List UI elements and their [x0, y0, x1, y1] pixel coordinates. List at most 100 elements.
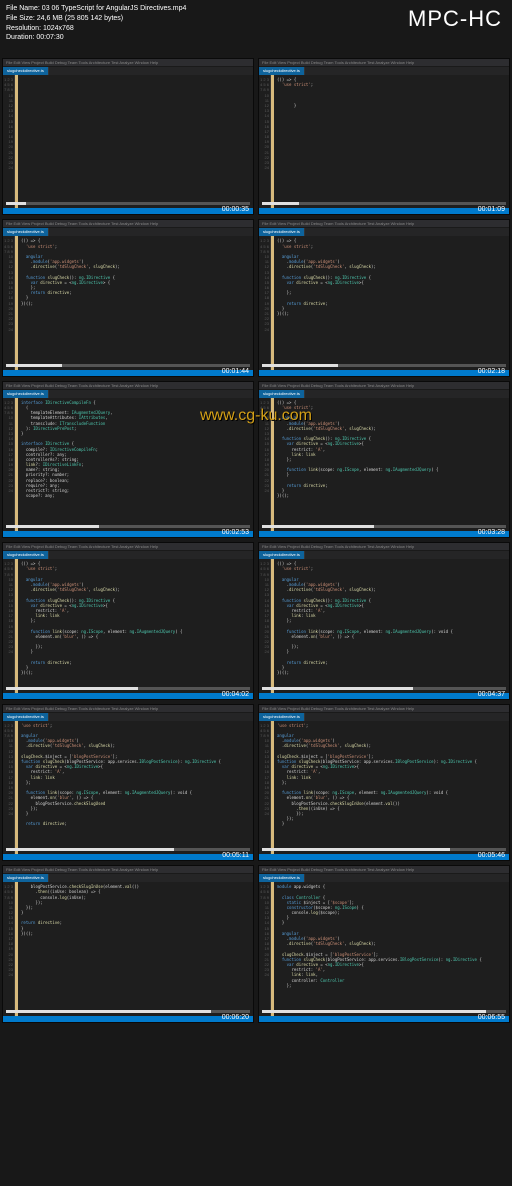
vs-status-bar [259, 370, 509, 376]
code-editor[interactable]: 1 2 3 4 5 6 7 8 9 10 11 12 13 14 15 16 1… [259, 236, 509, 369]
active-tab[interactable]: slugcheckdirective.ts [3, 551, 49, 559]
active-tab[interactable]: slugcheckdirective.ts [3, 874, 49, 882]
active-tab[interactable]: slugcheckdirective.ts [259, 713, 305, 721]
line-numbers: 1 2 3 4 5 6 7 8 9 10 11 12 13 14 15 16 1… [3, 882, 15, 1015]
vs-status-bar [3, 531, 253, 537]
code-content: (() => { 'use strict'; } [274, 75, 509, 208]
thumbnail[interactable]: File Edit View Project Build Debug Team … [2, 381, 254, 538]
code-content: (() => { 'use strict'; angular .module('… [274, 398, 509, 531]
vs-status-bar [259, 854, 509, 860]
timestamp: 00:06:20 [222, 1014, 249, 1021]
duration: 00:07:30 [36, 34, 63, 41]
code-editor[interactable]: 1 2 3 4 5 6 7 8 9 10 11 12 13 14 15 16 1… [259, 559, 509, 692]
thumbnail[interactable]: File Edit View Project Build Debug Team … [2, 58, 254, 215]
seek-bar[interactable] [6, 687, 250, 690]
editor-tabs: slugcheckdirective.ts [259, 228, 509, 236]
seek-bar[interactable] [6, 1010, 250, 1013]
editor-tabs: slugcheckdirective.ts [3, 713, 253, 721]
active-tab[interactable]: slugcheckdirective.ts [3, 713, 49, 721]
seek-bar[interactable] [6, 525, 250, 528]
seek-bar[interactable] [262, 364, 506, 367]
code-content: 'use strict'; angular .module('app.widge… [274, 721, 509, 854]
thumbnail[interactable]: File Edit View Project Build Debug Team … [2, 542, 254, 699]
thumbnail[interactable]: File Edit View Project Build Debug Team … [258, 58, 510, 215]
timestamp: 00:06:55 [478, 1014, 505, 1021]
code-editor[interactable]: 1 2 3 4 5 6 7 8 9 10 11 12 13 14 15 16 1… [3, 882, 253, 1015]
seek-bar[interactable] [262, 687, 506, 690]
editor-tabs: slugcheckdirective.ts [259, 713, 509, 721]
vs-menu-bar: File Edit View Project Build Debug Team … [3, 220, 253, 228]
thumbnail[interactable]: File Edit View Project Build Debug Team … [2, 219, 254, 376]
active-tab[interactable]: slugcheckdirective.ts [259, 390, 305, 398]
vs-status-bar [259, 208, 509, 214]
line-numbers: 1 2 3 4 5 6 7 8 9 10 11 12 13 14 15 16 1… [3, 721, 15, 854]
vs-status-bar [259, 531, 509, 537]
code-content: (() => { 'use strict'; angular .module('… [274, 236, 509, 369]
seek-bar[interactable] [262, 1010, 506, 1013]
code-editor[interactable]: 1 2 3 4 5 6 7 8 9 10 11 12 13 14 15 16 1… [259, 882, 509, 1015]
active-tab[interactable]: slugcheckdirective.ts [3, 228, 49, 236]
vs-menu-bar: File Edit View Project Build Debug Team … [3, 59, 253, 67]
vs-menu-bar: File Edit View Project Build Debug Team … [3, 382, 253, 390]
editor-tabs: slugcheckdirective.ts [3, 67, 253, 75]
thumbnail[interactable]: File Edit View Project Build Debug Team … [2, 704, 254, 861]
code-content: (() => { 'use strict'; angular .module('… [274, 559, 509, 692]
code-editor[interactable]: 1 2 3 4 5 6 7 8 9 10 11 12 13 14 15 16 1… [3, 721, 253, 854]
active-tab[interactable]: slugcheckdirective.ts [259, 874, 305, 882]
active-tab[interactable]: slugcheckdirective.ts [259, 228, 305, 236]
timestamp: 00:02:53 [222, 529, 249, 536]
seek-bar[interactable] [262, 848, 506, 851]
active-tab[interactable]: slugcheckdirective.ts [259, 551, 305, 559]
vs-menu-bar: File Edit View Project Build Debug Team … [259, 866, 509, 874]
editor-tabs: slugcheckdirective.ts [3, 874, 253, 882]
code-editor[interactable]: 1 2 3 4 5 6 7 8 9 10 11 12 13 14 15 16 1… [259, 398, 509, 531]
vs-status-bar [3, 1016, 253, 1022]
vs-status-bar [259, 1016, 509, 1022]
active-tab[interactable]: slugcheckdirective.ts [259, 67, 305, 75]
line-numbers: 1 2 3 4 5 6 7 8 9 10 11 12 13 14 15 16 1… [3, 236, 15, 369]
vs-menu-bar: File Edit View Project Build Debug Team … [259, 705, 509, 713]
thumbnail[interactable]: File Edit View Project Build Debug Team … [258, 542, 510, 699]
seek-bar[interactable] [6, 848, 250, 851]
seek-bar[interactable] [6, 202, 250, 205]
filename: 03 06 TypeScript for AngularJS Directive… [42, 5, 187, 12]
code-editor[interactable]: 1 2 3 4 5 6 7 8 9 10 11 12 13 14 15 16 1… [3, 398, 253, 531]
vs-menu-bar: File Edit View Project Build Debug Team … [259, 543, 509, 551]
thumbnail[interactable]: File Edit View Project Build Debug Team … [258, 704, 510, 861]
editor-tabs: slugcheckdirective.ts [259, 874, 509, 882]
code-editor[interactable]: 1 2 3 4 5 6 7 8 9 10 11 12 13 14 15 16 1… [3, 236, 253, 369]
editor-tabs: slugcheckdirective.ts [3, 551, 253, 559]
line-numbers: 1 2 3 4 5 6 7 8 9 10 11 12 13 14 15 16 1… [3, 398, 15, 531]
timestamp: 00:00:35 [222, 206, 249, 213]
line-numbers: 1 2 3 4 5 6 7 8 9 10 11 12 13 14 15 16 1… [3, 75, 15, 208]
thumbnail[interactable]: File Edit View Project Build Debug Team … [258, 865, 510, 1022]
thumbnail[interactable]: File Edit View Project Build Debug Team … [258, 219, 510, 376]
code-content [18, 75, 253, 208]
line-numbers: 1 2 3 4 5 6 7 8 9 10 11 12 13 14 15 16 1… [259, 75, 271, 208]
thumbnail[interactable]: File Edit View Project Build Debug Team … [258, 381, 510, 538]
vs-menu-bar: File Edit View Project Build Debug Team … [3, 866, 253, 874]
code-content: interface IDirectiveCompileFn { ( templa… [18, 398, 253, 531]
code-editor[interactable]: 1 2 3 4 5 6 7 8 9 10 11 12 13 14 15 16 1… [259, 721, 509, 854]
vs-status-bar [3, 693, 253, 699]
seek-bar[interactable] [262, 525, 506, 528]
file-info-header: File Name: 03 06 TypeScript for AngularJ… [0, 0, 512, 56]
thumbnail[interactable]: File Edit View Project Build Debug Team … [2, 865, 254, 1022]
seek-bar[interactable] [6, 364, 250, 367]
filesize: 24,6 MB (25 805 142 bytes) [37, 15, 123, 22]
active-tab[interactable]: slugcheckdirective.ts [3, 67, 49, 75]
editor-tabs: slugcheckdirective.ts [259, 390, 509, 398]
code-editor[interactable]: 1 2 3 4 5 6 7 8 9 10 11 12 13 14 15 16 1… [3, 75, 253, 208]
seek-bar[interactable] [262, 202, 506, 205]
code-editor[interactable]: 1 2 3 4 5 6 7 8 9 10 11 12 13 14 15 16 1… [3, 559, 253, 692]
app-logo: MPC-HC [408, 6, 502, 52]
vs-menu-bar: File Edit View Project Build Debug Team … [3, 543, 253, 551]
active-tab[interactable]: slugcheckdirective.ts [3, 390, 49, 398]
vs-menu-bar: File Edit View Project Build Debug Team … [3, 705, 253, 713]
code-editor[interactable]: 1 2 3 4 5 6 7 8 9 10 11 12 13 14 15 16 1… [259, 75, 509, 208]
editor-tabs: slugcheckdirective.ts [259, 551, 509, 559]
vs-status-bar [3, 854, 253, 860]
code-content: module app.widgets { class Controller { … [274, 882, 509, 1015]
editor-tabs: slugcheckdirective.ts [259, 67, 509, 75]
line-numbers: 1 2 3 4 5 6 7 8 9 10 11 12 13 14 15 16 1… [259, 882, 271, 1015]
